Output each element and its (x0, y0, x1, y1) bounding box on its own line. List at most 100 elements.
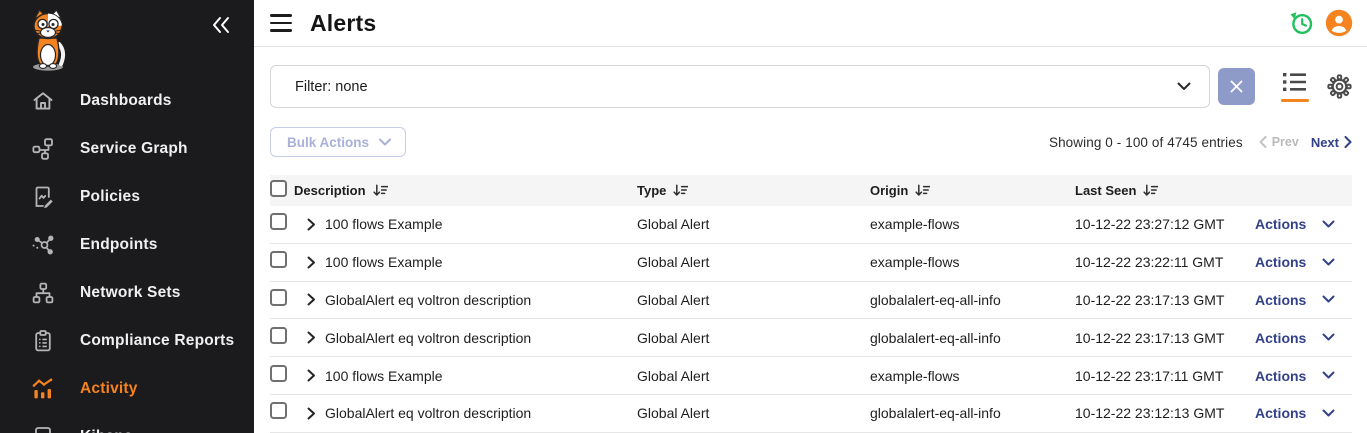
table-header-row: Description Type Origin Last Seen (270, 175, 1352, 206)
row-checkbox[interactable] (270, 402, 287, 419)
filter-bar: Filter: none (270, 65, 1352, 108)
filter-value: Filter: none (295, 79, 368, 95)
user-avatar[interactable] (1325, 9, 1353, 37)
settings-button[interactable] (1327, 74, 1352, 99)
row-actions-button[interactable]: Actions (1255, 216, 1306, 232)
history-button[interactable] (1288, 10, 1315, 37)
next-page-button[interactable]: Next (1311, 135, 1352, 150)
sidebar-collapse-button[interactable] (208, 12, 234, 38)
table-row: 100 flows Example Global Alert example-f… (270, 357, 1352, 395)
table-row: 100 flows Example Global Alert example-f… (270, 244, 1352, 282)
row-origin: globalalert-eq-all-info (870, 330, 1075, 346)
active-tab-indicator (1281, 99, 1309, 103)
table-row: GlobalAlert eq voltron description Globa… (270, 282, 1352, 320)
row-type: Global Alert (637, 254, 870, 270)
row-checkbox[interactable] (270, 327, 287, 344)
sidebar-item-network-sets[interactable]: Network Sets (0, 269, 254, 317)
column-header-origin[interactable]: Origin (870, 183, 1075, 198)
row-description: 100 flows Example (325, 254, 443, 270)
expand-chevron-icon[interactable] (307, 293, 316, 306)
row-description: 100 flows Example (325, 368, 443, 384)
filter-select[interactable]: Filter: none (270, 65, 1210, 108)
column-header-type[interactable]: Type (637, 183, 870, 198)
chevron-right-icon (1344, 136, 1352, 148)
list-icon (1282, 71, 1308, 93)
table-row: 100 flows Example Global Alert example-f… (270, 206, 1352, 244)
table-row: GlobalAlert eq voltron description Globa… (270, 319, 1352, 357)
expand-chevron-icon[interactable] (307, 407, 316, 420)
pagination: Showing 0 - 100 of 4745 entries Prev Nex… (1049, 135, 1352, 150)
column-header-last-seen[interactable]: Last Seen (1075, 183, 1255, 198)
expand-chevron-icon[interactable] (307, 369, 316, 382)
row-actions-button[interactable]: Actions (1255, 368, 1306, 384)
filter-clear-button[interactable] (1218, 68, 1255, 105)
sidebar-item-endpoints[interactable]: Endpoints (0, 221, 254, 269)
row-checkbox[interactable] (270, 251, 287, 268)
history-icon (1288, 10, 1315, 37)
activity-icon (30, 376, 56, 402)
row-type: Global Alert (637, 216, 870, 232)
policies-icon (30, 184, 56, 210)
chevron-down-icon (1177, 82, 1191, 91)
select-all-checkbox[interactable] (270, 180, 287, 197)
sort-icon (1143, 184, 1158, 197)
row-checkbox[interactable] (270, 365, 287, 382)
row-description: 100 flows Example (325, 216, 443, 232)
chevron-down-icon (1322, 220, 1335, 229)
calico-cat-logo (26, 8, 70, 72)
table-toolbar: Bulk Actions Showing 0 - 100 of 4745 ent… (270, 127, 1352, 157)
sidebar-item-service-graph[interactable]: Service Graph (0, 125, 254, 173)
chevron-left-icon (1259, 136, 1267, 148)
row-description: GlobalAlert eq voltron description (325, 292, 531, 308)
sort-icon (915, 184, 930, 197)
row-checkbox[interactable] (270, 289, 287, 306)
bulk-actions-button[interactable]: Bulk Actions (270, 127, 406, 157)
expand-chevron-icon[interactable] (307, 256, 316, 269)
row-last-seen: 10-12-22 23:22:11 GMT (1075, 254, 1255, 270)
row-type: Global Alert (637, 405, 870, 421)
sidebar-item-dashboards[interactable]: Dashboards (0, 77, 254, 125)
chevron-down-icon (379, 138, 391, 146)
list-view-tab[interactable] (1281, 71, 1309, 103)
expand-chevron-icon[interactable] (307, 218, 316, 231)
row-origin: example-flows (870, 368, 1075, 384)
alerts-table: Description Type Origin Last Seen (270, 175, 1352, 433)
column-header-description[interactable]: Description (294, 183, 637, 198)
sidebar-item-activity[interactable]: Activity (0, 365, 254, 413)
sidebar: Dashboards Service Graph (0, 0, 254, 433)
sidebar-item-policies[interactable]: Policies (0, 173, 254, 221)
kibana-icon (30, 424, 56, 433)
sidebar-nav: Dashboards Service Graph (0, 77, 254, 433)
row-description: GlobalAlert eq voltron description (325, 405, 531, 421)
chevron-down-icon (1322, 258, 1335, 267)
home-icon (30, 88, 56, 114)
prev-page-button[interactable]: Prev (1259, 135, 1299, 149)
row-last-seen: 10-12-22 23:17:11 GMT (1075, 368, 1255, 384)
sidebar-item-compliance-reports[interactable]: Compliance Reports (0, 317, 254, 365)
row-description: GlobalAlert eq voltron description (325, 330, 531, 346)
chevron-down-icon (1322, 295, 1335, 304)
chevron-down-icon (1322, 409, 1335, 418)
sort-icon (673, 184, 688, 197)
expand-chevron-icon[interactable] (307, 331, 316, 344)
row-actions-button[interactable]: Actions (1255, 292, 1306, 308)
topbar: Alerts (254, 0, 1367, 47)
user-icon (1325, 9, 1353, 37)
row-type: Global Alert (637, 368, 870, 384)
row-actions-button[interactable]: Actions (1255, 254, 1306, 270)
row-checkbox[interactable] (270, 213, 287, 230)
gear-icon (1327, 74, 1352, 99)
row-actions-button[interactable]: Actions (1255, 405, 1306, 421)
app-window: Dashboards Service Graph (0, 0, 1367, 433)
row-actions-button[interactable]: Actions (1255, 330, 1306, 346)
row-type: Global Alert (637, 292, 870, 308)
network-sets-icon (30, 280, 56, 306)
table-body: 100 flows Example Global Alert example-f… (270, 206, 1352, 433)
sidebar-item-kibana[interactable]: Kibana (0, 413, 254, 433)
row-last-seen: 10-12-22 23:17:13 GMT (1075, 330, 1255, 346)
row-origin: globalalert-eq-all-info (870, 405, 1075, 421)
row-type: Global Alert (637, 330, 870, 346)
menu-toggle-button[interactable] (270, 14, 294, 32)
chevron-down-icon (1322, 333, 1335, 342)
chevron-down-icon (1322, 371, 1335, 380)
